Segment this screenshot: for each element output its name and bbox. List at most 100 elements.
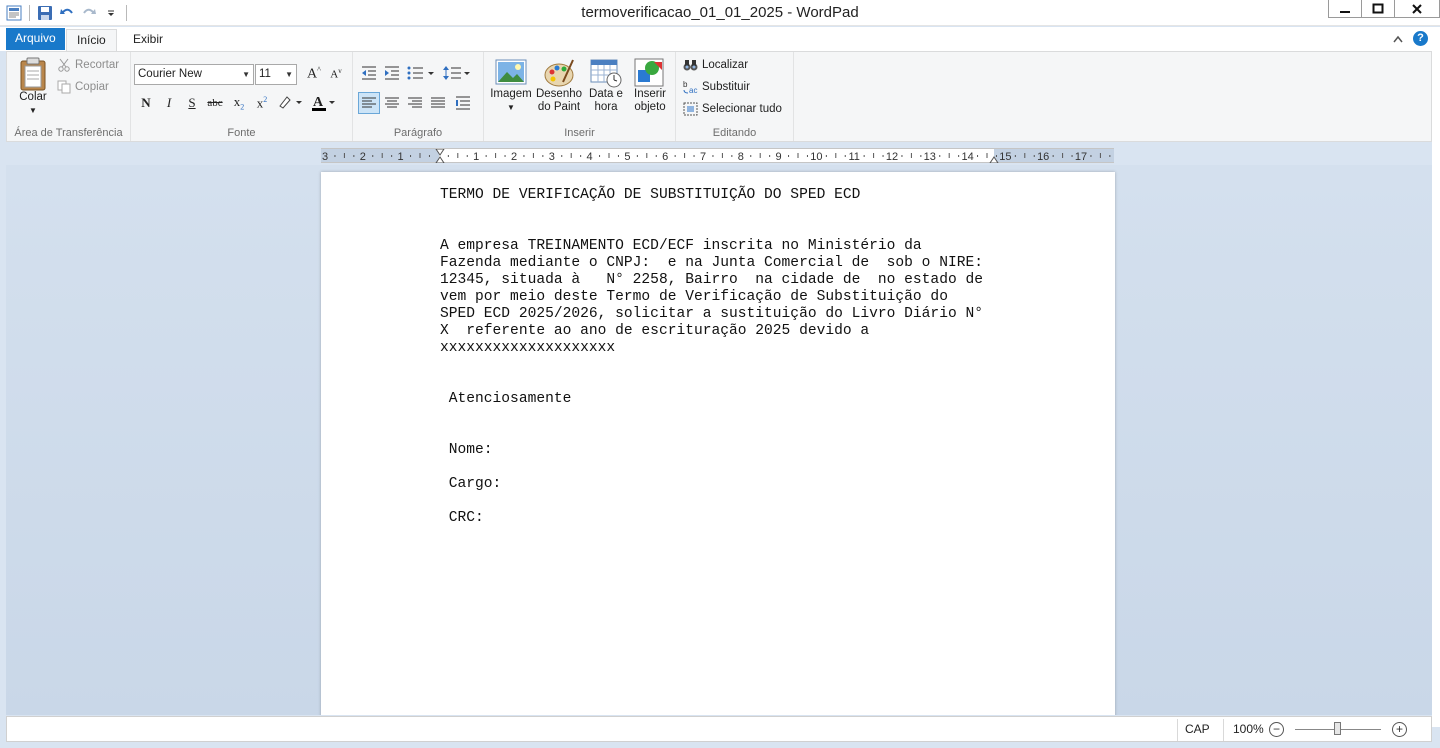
bullet-list-button[interactable] [406,62,436,84]
minimize-button[interactable] [1328,0,1362,18]
zoom-out-icon[interactable]: − [1269,722,1284,737]
document-line[interactable] [440,204,1000,221]
find-button[interactable]: Localizar [683,58,748,72]
date-time-button[interactable]: Data e hora [587,58,625,114]
ruler-minor-tick [825,155,827,157]
document-line[interactable] [440,425,1000,442]
highlighter-icon [279,96,302,112]
document-page[interactable]: TERMO DE VERIFICAÇÃO DE SUBSTITUIÇÃO DO … [321,172,1115,715]
ruler-minor-tick [1090,155,1092,157]
document-line[interactable] [440,374,1000,391]
paint-drawing-button[interactable]: Desenho do Paint [535,58,583,114]
document-line[interactable] [440,459,1000,476]
shrink-font-button[interactable]: Av [325,63,347,85]
zoom-in-icon[interactable]: + [1392,722,1407,737]
underline-button[interactable]: S [181,92,203,114]
select-all-button[interactable]: Selecionar tudo [683,102,782,116]
insert-object-button[interactable]: Inserir objeto [629,58,671,114]
strikethrough-button[interactable]: abc [204,92,226,114]
copy-button[interactable]: Copiar [57,80,109,94]
document-line[interactable] [440,357,1000,374]
document-line[interactable]: vem por meio deste Termo de Verificação … [440,289,1000,306]
ruler-tick-label: 9 [776,151,782,163]
editing-group-label: Editando [712,127,757,139]
ruler-minor-tick [910,153,912,158]
superscript-button[interactable]: x2 [251,92,273,114]
font-color-button[interactable]: A [308,92,338,114]
document-line[interactable] [440,493,1000,510]
help-icon[interactable]: ? [1413,31,1428,46]
document-line[interactable]: xxxxxxxxxxxxxxxxxxxx [440,340,1000,357]
window-title: termoverificacao_01_01_2025 - WordPad [581,4,859,21]
first-line-indent-marker[interactable] [435,149,445,156]
image-dropdown-icon[interactable]: ▼ [507,101,515,114]
justify-icon [431,97,445,108]
ruler-minor-tick [617,155,619,157]
ruler-minor-tick [391,155,393,157]
document-line[interactable] [440,408,1000,425]
ruler-minor-tick [504,155,506,157]
ruler-minor-tick [986,153,988,158]
document-area[interactable]: TERMO DE VERIFICAÇÃO DE SUBSTITUIÇÃO DO … [6,165,1432,715]
maximize-button[interactable] [1361,0,1395,18]
insert-image-button[interactable]: Imagem ▼ [489,58,533,114]
tab-view[interactable]: Exibir [124,29,172,51]
bold-button[interactable]: N [135,92,157,114]
editing-group: Localizar b ac Substituir Selecionar tudo… [676,52,794,141]
replace-button[interactable]: b ac Substituir [683,80,750,94]
document-text[interactable]: TERMO DE VERIFICAÇÃO DE SUBSTITUIÇÃO DO … [440,187,1000,527]
align-center-button[interactable] [381,92,403,114]
ruler-minor-tick [523,155,525,157]
ruler-minor-tick [693,155,695,157]
ruler-minor-tick [447,155,449,157]
document-line[interactable]: TERMO DE VERIFICAÇÃO DE SUBSTITUIÇÃO DO … [440,187,1000,204]
document-line[interactable]: Nome: [440,442,1000,459]
document-line[interactable]: Fazenda mediante o CNPJ: e na Junta Come… [440,255,1000,272]
document-line[interactable]: A empresa TREINAMENTO ECD/ECF inscrita n… [440,238,1000,255]
paste-label: Colar [19,91,47,103]
font-size-select[interactable]: 11 ▼ [255,64,297,85]
paragraph-group-label: Parágrafo [393,127,443,139]
increase-indent-button[interactable] [381,62,403,84]
subscript-button[interactable]: x2 [228,92,250,114]
align-center-icon [385,97,399,108]
close-button[interactable] [1394,0,1440,18]
ruler-tick-label: 14 [961,151,973,163]
hanging-indent-marker[interactable] [435,156,445,163]
font-family-select[interactable]: Courier New ▼ [134,64,254,85]
justify-button[interactable] [427,92,449,114]
document-line[interactable]: Atenciosamente [440,391,1000,408]
decrease-indent-button[interactable] [358,62,380,84]
highlight-color-button[interactable] [275,92,305,114]
ruler-minor-tick [599,155,601,157]
align-right-button[interactable] [404,92,426,114]
grow-font-button[interactable]: A^ [303,63,325,85]
ruler-minor-tick [466,155,468,157]
italic-button[interactable]: I [158,92,180,114]
horizontal-ruler[interactable]: 3 2 1 1 2 3 4 5 6 7 8 9 10 11 12 13 14 15 16 17 [321,148,1114,163]
document-line[interactable] [440,221,1000,238]
right-indent-marker[interactable] [989,156,999,163]
document-line[interactable]: X referente ao ano de escrituração 2025 … [440,323,1000,340]
ruler-minor-tick [570,153,572,158]
minimize-ribbon-icon[interactable] [1393,32,1403,46]
zoom-slider-thumb[interactable] [1334,722,1341,735]
paste-button[interactable]: Colar ▼ [15,57,51,117]
document-line[interactable]: 12345, situada à N° 2258, Bairro na cida… [440,272,1000,289]
align-left-button[interactable] [358,92,380,114]
document-line[interactable]: Cargo: [440,476,1000,493]
ruler-tick-label: 11 [848,151,859,163]
document-line[interactable]: SPED ECD 2025/2026, solicitar a sustitui… [440,306,1000,323]
document-line[interactable]: CRC: [440,510,1000,527]
paste-dropdown-icon[interactable]: ▼ [29,104,37,117]
paragraph-settings-button[interactable] [452,92,474,114]
ruler-minor-tick [495,153,497,158]
align-left-icon [362,97,376,108]
tab-file[interactable]: Arquivo [6,28,65,50]
ruler-minor-tick [580,155,582,157]
line-spacing-button[interactable] [441,62,473,84]
tab-home[interactable]: Início [66,29,117,53]
paste-icon [20,57,46,91]
cut-button[interactable]: Recortar [57,58,119,72]
ruler-minor-tick [419,153,421,158]
